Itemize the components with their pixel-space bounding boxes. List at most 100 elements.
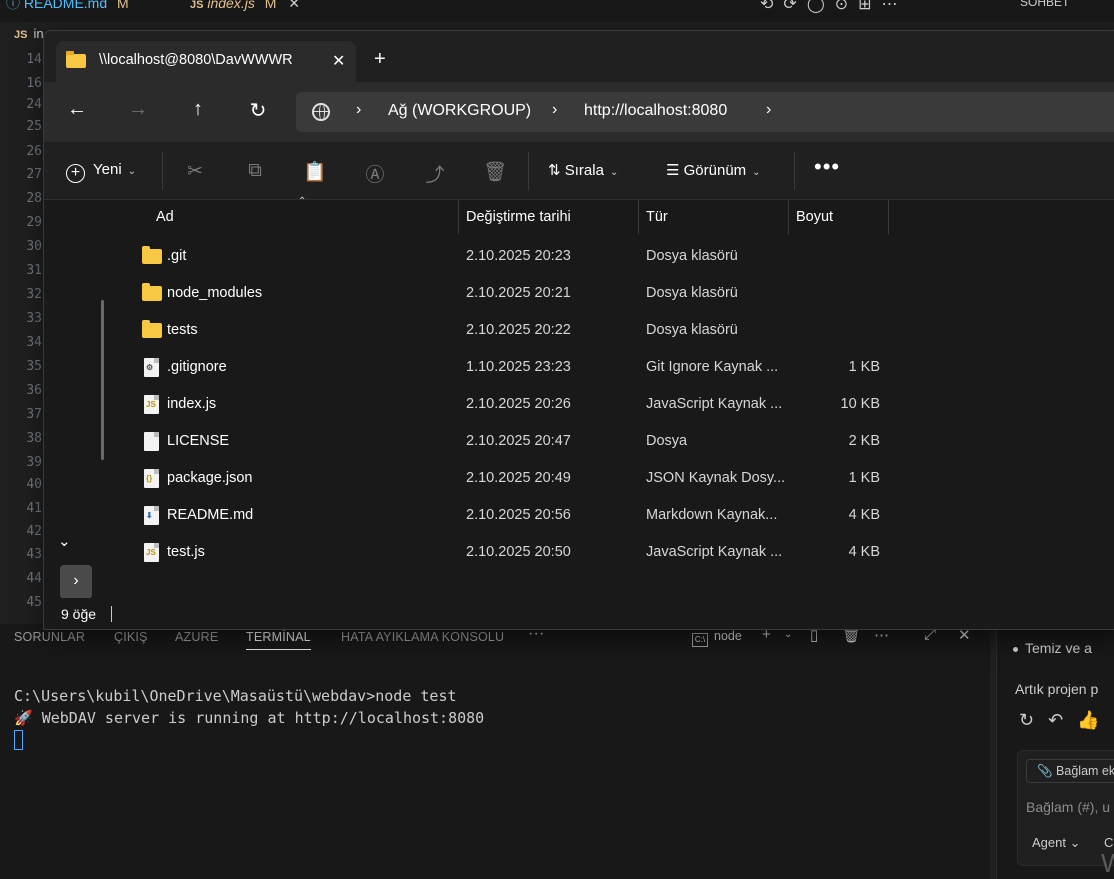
status-divider: [111, 606, 112, 622]
tab-azure[interactable]: AZURE: [175, 630, 218, 644]
toolbar-divider: [528, 152, 529, 190]
new-button[interactable]: + Yeni ⌄: [66, 161, 136, 183]
nav-expand-button[interactable]: ›: [60, 565, 92, 599]
line-number: 24: [26, 97, 42, 112]
cut-icon[interactable]: ✂: [183, 160, 207, 183]
line-number: 40: [26, 477, 42, 492]
file-name: tests: [167, 322, 198, 338]
explorer-tab[interactable]: \\localhost@8080\DavWWWR ✕: [56, 41, 356, 82]
address-bar-row: ← → ↑ ↻ › Ağ (WORKGROUP) › http://localh…: [44, 82, 1114, 142]
close-icon[interactable]: ✕: [332, 51, 345, 71]
file-size: 4 KB: [848, 507, 880, 523]
toolbar-divider: [794, 152, 795, 190]
forward-button[interactable]: →: [124, 98, 152, 121]
chevron-right-icon[interactable]: ›: [766, 101, 771, 119]
add-context-button[interactable]: 📎 Bağlam ek: [1026, 759, 1114, 783]
file-name: package.json: [167, 470, 253, 486]
rename-icon[interactable]: Ⓐ: [363, 160, 387, 187]
folder-icon: [142, 246, 162, 264]
tab-problems[interactable]: SORUNLAR: [14, 630, 85, 644]
file-row[interactable]: LICENSE 2.10.2025 20:47 Dosya 2 KB: [118, 423, 1114, 460]
file-type: JavaScript Kaynak ...: [646, 396, 783, 412]
back-button[interactable]: ←: [63, 98, 91, 121]
mode-picker[interactable]: Agent ⌄: [1032, 835, 1081, 851]
column-divider[interactable]: [458, 200, 459, 234]
file-date: 2.10.2025 20:49: [466, 470, 571, 486]
column-divider[interactable]: [788, 200, 789, 234]
file-size: 4 KB: [848, 544, 880, 560]
modified-indicator: M: [117, 0, 129, 11]
breadcrumb-host[interactable]: http://localhost:8080: [584, 102, 727, 120]
view-button[interactable]: ☰ Görünüm ⌄: [666, 161, 761, 179]
file-row[interactable]: {} package.json 2.10.2025 20:49 JSON Kay…: [118, 460, 1114, 497]
new-tab-button[interactable]: +: [374, 49, 386, 69]
terminal-name: node: [714, 629, 742, 643]
terminal-icon: C:\: [692, 633, 708, 647]
line-number: 29: [26, 215, 42, 230]
tab-terminal[interactable]: TERMİNAL: [246, 630, 311, 650]
paste-icon[interactable]: 📋: [303, 160, 327, 184]
column-header-size[interactable]: Boyut: [796, 200, 833, 234]
chat-input-box[interactable]: 📎 Bağlam ek Bağlam (#), u Agent ⌄ Cl: [1017, 750, 1114, 866]
terminal-output[interactable]: C:\Users\kubil\OneDrive\Masaüstü\webdav>…: [0, 654, 990, 879]
file-row[interactable]: ⚙ .gitignore 1.10.2025 23:23 Git Ignore …: [118, 349, 1114, 386]
editor-tab-label: README.md: [23, 0, 108, 11]
file-row[interactable]: JS test.js 2.10.2025 20:50 JavaScript Ka…: [118, 534, 1114, 571]
js-file-icon: JS: [14, 29, 28, 41]
editor-actions[interactable]: ⟲⟳◯⊙⊞⋯: [760, 0, 908, 14]
mode-label: Agent: [1032, 835, 1066, 850]
address-bar[interactable]: › Ağ (WORKGROUP) › http://localhost:8080…: [296, 92, 1114, 132]
file-date: 2.10.2025 20:22: [466, 322, 571, 338]
terminal-instance[interactable]: C:\ node: [692, 629, 742, 647]
folder-icon: [142, 283, 162, 301]
tab-output[interactable]: ÇIKIŞ: [114, 630, 148, 644]
sort-button[interactable]: ⇅ Sırala ⌄: [548, 161, 618, 179]
copy-icon[interactable]: ⧉: [243, 160, 267, 182]
undo-icon[interactable]: ↶: [1048, 710, 1077, 730]
column-header-type[interactable]: Tür: [646, 200, 668, 234]
terminal-cursor: [14, 730, 23, 750]
chat-input-placeholder[interactable]: Bağlam (#), u: [1026, 799, 1110, 815]
file-row[interactable]: tests 2.10.2025 20:22 Dosya klasörü: [118, 312, 1114, 349]
delete-icon[interactable]: 🗑: [483, 160, 507, 184]
share-icon[interactable]: ⤴: [423, 160, 447, 187]
up-button[interactable]: ↑: [184, 98, 212, 121]
folder-icon: [142, 320, 162, 338]
breadcrumb-network[interactable]: Ağ (WORKGROUP): [388, 102, 531, 120]
terminal-line: 🚀 WebDAV server is running at http://loc…: [14, 709, 485, 727]
column-header-name[interactable]: Ad: [156, 200, 174, 234]
line-number: 32: [26, 287, 42, 302]
close-icon[interactable]: ✕: [288, 0, 300, 11]
file-row[interactable]: .git 2.10.2025 20:23 Dosya klasörü: [118, 238, 1114, 275]
file-name: .gitignore: [167, 359, 227, 375]
chevron-right-icon[interactable]: ›: [552, 101, 557, 119]
file-date: 1.10.2025 23:23: [466, 359, 571, 375]
column-divider[interactable]: [888, 200, 889, 234]
file-size: 2 KB: [848, 433, 880, 449]
nav-scrollbar[interactable]: [101, 300, 104, 460]
line-number: 14: [26, 52, 42, 67]
file-row[interactable]: ⬇ README.md 2.10.2025 20:56 Markdown Kay…: [118, 497, 1114, 534]
chevron-down-icon[interactable]: ⌄: [784, 629, 792, 640]
file-type: JavaScript Kaynak ...: [646, 544, 783, 560]
file-size: 1 KB: [848, 470, 880, 486]
chevron-down-icon: ⌄: [127, 166, 137, 177]
thumbs-up-icon[interactable]: 👍: [1077, 710, 1113, 730]
file-date: 2.10.2025 20:50: [466, 544, 571, 560]
chevron-down-icon[interactable]: ⌄: [58, 532, 71, 550]
retry-icon[interactable]: ↻: [1019, 710, 1048, 730]
chat-message-actions[interactable]: ↻↶👍: [1019, 710, 1114, 731]
line-number: 25: [26, 119, 42, 134]
more-options-icon[interactable]: •••: [814, 154, 840, 180]
editor-tab-index[interactable]: JS index.js M ✕: [190, 0, 300, 22]
file-row[interactable]: node_modules 2.10.2025 20:21 Dosya klasö…: [118, 275, 1114, 312]
chevron-right-icon[interactable]: ›: [356, 101, 361, 119]
column-header-date[interactable]: Değiştirme tarihi: [466, 200, 571, 234]
file-row[interactable]: JS index.js 2.10.2025 20:26 JavaScript K…: [118, 386, 1114, 423]
editor-tab-readme[interactable]: ⓘ README.md M: [6, 0, 129, 22]
column-divider[interactable]: [638, 200, 639, 234]
refresh-button[interactable]: ↻: [244, 98, 272, 123]
tab-debug-console[interactable]: HATA AYIKLAMA KONSOLU: [341, 630, 504, 644]
line-number: 37: [26, 407, 42, 422]
line-number-gutter: 14 16 24 25 26 27 28 29 30 31 32 33 34 3…: [0, 46, 44, 616]
